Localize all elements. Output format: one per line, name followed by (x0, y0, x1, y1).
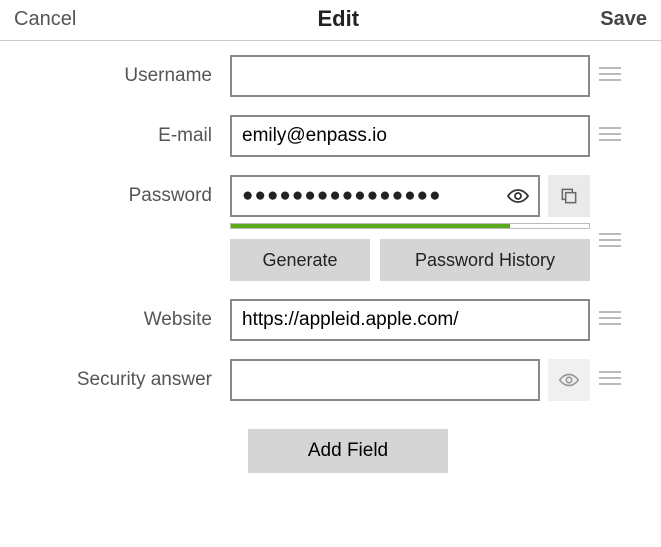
label-password: Password (0, 175, 230, 207)
drag-handle-icon[interactable] (599, 311, 621, 325)
edit-form: Username E-mail Password ●●●●●●●●●●●●●●●… (0, 41, 661, 473)
generate-button[interactable]: Generate (230, 239, 370, 281)
eye-icon[interactable] (506, 184, 530, 208)
copy-button[interactable] (548, 175, 590, 217)
password-input[interactable]: ●●●●●●●●●●●●●●●● (242, 185, 528, 207)
email-input[interactable] (230, 115, 590, 157)
label-security-answer: Security answer (0, 359, 230, 391)
drag-handle-icon[interactable] (599, 67, 621, 81)
drag-handle-icon[interactable] (599, 371, 621, 385)
add-field-row: Add Field (0, 429, 653, 473)
row-password: Password ●●●●●●●●●●●●●●●● (0, 175, 653, 281)
copy-icon (559, 186, 579, 206)
drag-handle-icon[interactable] (599, 233, 621, 247)
website-input[interactable] (230, 299, 590, 341)
label-email: E-mail (0, 115, 230, 147)
cancel-button[interactable]: Cancel (14, 8, 76, 31)
eye-icon (558, 369, 580, 391)
edit-header: Cancel Edit Save (0, 0, 661, 41)
label-website: Website (0, 299, 230, 331)
security-answer-input[interactable] (230, 359, 540, 401)
row-email: E-mail (0, 115, 653, 157)
reveal-security-button[interactable] (548, 359, 590, 401)
password-strength-fill (231, 224, 510, 228)
page-title: Edit (317, 6, 359, 32)
row-website: Website (0, 299, 653, 341)
add-field-button[interactable]: Add Field (248, 429, 448, 473)
password-strength-bar (230, 223, 590, 229)
drag-handle-icon[interactable] (599, 127, 621, 141)
save-button[interactable]: Save (600, 8, 647, 31)
password-history-button[interactable]: Password History (380, 239, 590, 281)
label-username: Username (0, 55, 230, 87)
row-username: Username (0, 55, 653, 97)
username-input[interactable] (230, 55, 590, 97)
row-security-answer: Security answer (0, 359, 653, 401)
